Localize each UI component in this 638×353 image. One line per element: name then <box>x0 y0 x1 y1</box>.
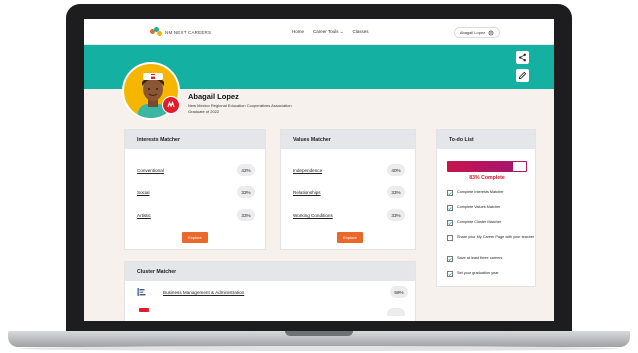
interest-row: Artistic 33% <box>137 209 255 221</box>
todo-checkbox[interactable] <box>447 271 453 277</box>
todo-checkbox[interactable] <box>447 220 453 226</box>
cluster-row: Business Management & Administration 59% <box>137 286 408 298</box>
laptop-notch <box>285 331 353 336</box>
values-explore-button[interactable]: Explore <box>337 232 363 243</box>
interest-percent: 33% <box>237 209 255 221</box>
values-matcher-title: Values Matcher <box>281 130 415 149</box>
interest-row: Social 33% <box>137 186 255 198</box>
todo-checkbox[interactable] <box>447 256 453 262</box>
todo-item-label: Complete Cluster Matcher <box>457 220 502 224</box>
value-link[interactable]: Relationships <box>293 190 321 195</box>
interest-row: Conventional 42% <box>137 164 255 176</box>
profile-organization: New Mexico Regional Education Cooperativ… <box>188 103 292 108</box>
cluster-link[interactable]: Business Management & Administration <box>163 290 390 295</box>
nav-link-career-tools[interactable]: Career Tools ⌄ <box>313 29 343 35</box>
nav-link-home[interactable]: Home <box>292 29 304 35</box>
cluster-row-partial <box>139 308 149 312</box>
value-row: Working Conditions 33% <box>293 209 405 221</box>
value-percent: 33% <box>387 209 405 221</box>
todo-item: Complete Values Matcher <box>447 205 535 211</box>
nav-link-classes[interactable]: Classes <box>352 29 368 35</box>
gear-icon <box>488 30 494 35</box>
edit-button[interactable] <box>516 69 529 82</box>
checkmark-icon <box>448 191 452 195</box>
interests-matcher-title: Interests Matcher <box>125 130 265 149</box>
pencil-icon <box>518 71 527 80</box>
share-button[interactable] <box>516 51 529 64</box>
checkmark-icon <box>448 272 452 276</box>
school-logo-icon <box>167 100 175 108</box>
value-link[interactable]: Independence <box>293 168 322 173</box>
interests-matcher-card: Interests Matcher Conventional 42% Socia… <box>124 129 266 250</box>
top-navigation: NM NEXT CAREERS Home Career Tools ⌄ Clas… <box>84 19 554 45</box>
cluster-matcher-card: Cluster Matcher Business Management & Ad… <box>124 261 416 321</box>
todo-item-label: Complete Interests Matcher <box>457 190 504 194</box>
todo-complete-text: 83% Complete <box>469 175 505 181</box>
todo-item: Share your My Career Page with your teac… <box>447 235 535 241</box>
user-menu-name: Abagail Lopez <box>459 30 486 35</box>
todo-item: Complete Cluster Matcher <box>447 220 535 226</box>
todo-checkbox[interactable] <box>447 235 453 241</box>
interest-link[interactable]: Artistic <box>137 213 151 218</box>
value-row: Relationships 33% <box>293 186 405 198</box>
share-icon <box>519 53 526 62</box>
interest-link[interactable]: Social <box>137 190 150 195</box>
value-percent: 40% <box>387 164 405 176</box>
todo-item-label: Share your My Career Page with your teac… <box>457 235 535 239</box>
todo-checkbox[interactable] <box>447 190 453 196</box>
logo-text: NM NEXT CAREERS <box>165 29 212 35</box>
checkmark-icon <box>448 206 452 210</box>
cluster-percent-partial <box>387 308 405 316</box>
interest-percent: 33% <box>237 186 255 198</box>
values-matcher-card: Values Matcher Independence 40% Relation… <box>280 129 416 250</box>
todo-list-card: To-do List 83% Complete Complete Interes… <box>436 129 536 287</box>
todo-item: Set your graduation year <box>447 271 535 277</box>
user-menu-button[interactable]: Abagail Lopez <box>454 27 500 38</box>
interests-explore-button[interactable]: Explore <box>182 232 208 243</box>
todo-item-label: Save at least three careers <box>457 256 503 260</box>
value-link[interactable]: Working Conditions <box>293 213 333 218</box>
todo-progress-bar <box>447 161 527 172</box>
todo-progress-fill <box>448 162 513 171</box>
checkmark-icon <box>448 221 452 225</box>
todo-list-title: To-do List <box>437 130 535 149</box>
checkmark-icon <box>448 257 452 261</box>
interest-percent: 42% <box>237 164 255 176</box>
value-row: Independence 40% <box>293 164 405 176</box>
nav-links: Home Career Tools ⌄ Classes <box>292 29 368 35</box>
value-percent: 33% <box>387 186 405 198</box>
todo-item: Save at least three careers <box>447 256 535 262</box>
school-badge <box>162 96 180 114</box>
cluster-matcher-title: Cluster Matcher <box>125 262 415 281</box>
todo-checkbox[interactable] <box>447 205 453 211</box>
logo-icon <box>150 27 162 37</box>
profile-name: Abagail Lopez <box>188 92 239 101</box>
todo-item: Complete Interests Matcher <box>447 190 535 196</box>
todo-item-label: Complete Values Matcher <box>457 205 501 209</box>
profile-graduation: Graduate of 2022 <box>188 109 220 114</box>
laptop-shadow <box>20 346 618 351</box>
site-logo[interactable]: NM NEXT CAREERS <box>150 27 211 37</box>
cluster-percent: 59% <box>390 286 408 298</box>
todo-item-label: Set your graduation year <box>457 271 499 275</box>
screen: NM NEXT CAREERS Home Career Tools ⌄ Clas… <box>84 19 554 321</box>
interest-link[interactable]: Conventional <box>137 168 164 173</box>
business-chart-icon <box>137 287 147 297</box>
